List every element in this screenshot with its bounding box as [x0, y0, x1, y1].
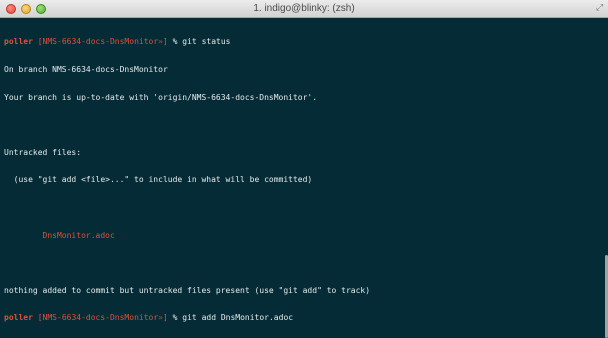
prompt-user: poller: [4, 37, 33, 47]
prompt-symbol: %: [172, 37, 178, 47]
output-line: On branch NMS-6634-docs-DnsMonitor: [4, 65, 168, 74]
prompt-branch: [NMS-6634-docs-DnsMonitor: [37, 313, 159, 323]
command-text: git status: [182, 37, 231, 47]
prompt-line-1: poller [NMS-6634-docs-DnsMonitor»] % git…: [4, 37, 608, 46]
untracked-file: DnsMonitor.adoc: [4, 230, 115, 240]
prompt-user: poller: [4, 313, 33, 323]
output-line: Untracked files:: [4, 147, 82, 157]
output-line: Your branch is up-to-date with 'origin/N…: [4, 92, 318, 102]
prompt-close: ]: [162, 313, 168, 323]
window-title: 1. indigo@blinky: (zsh): [253, 3, 355, 14]
prompt-line-2: poller [NMS-6634-docs-DnsMonitor»] % git…: [4, 313, 608, 322]
title-bar[interactable]: 1. indigo@blinky: (zsh) ⤢: [0, 0, 608, 18]
output-line: nothing added to commit but untracked fi…: [4, 285, 371, 295]
prompt-close: ]: [162, 37, 168, 47]
output-line: (use "git add <file>..." to include in w…: [4, 175, 313, 185]
command-text: git add DnsMonitor.adoc: [182, 313, 294, 323]
terminal-output[interactable]: poller [NMS-6634-docs-DnsMonitor»] % git…: [0, 18, 608, 338]
prompt-branch: [NMS-6634-docs-DnsMonitor: [37, 37, 159, 47]
fullscreen-icon[interactable]: ⤢: [596, 3, 606, 13]
terminal-window: 1. indigo@blinky: (zsh) ⤢ poller [NMS-66…: [0, 0, 608, 338]
prompt-symbol: %: [172, 313, 178, 323]
